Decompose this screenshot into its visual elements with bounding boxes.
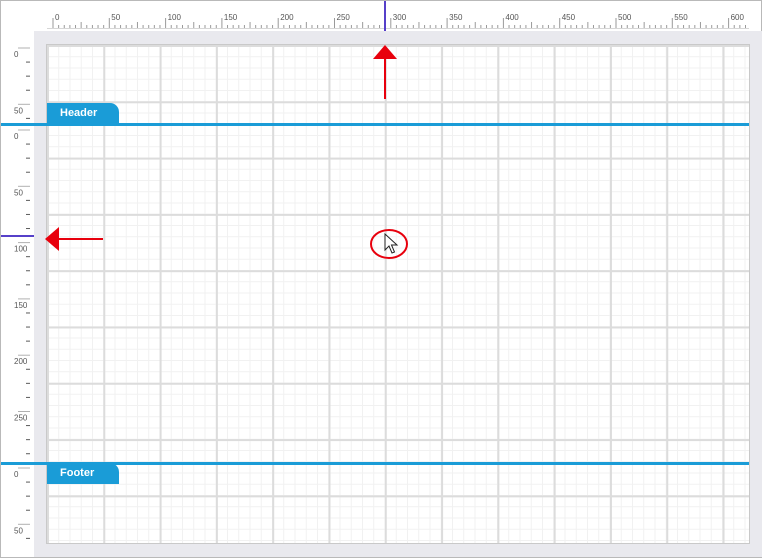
footer-band-label: Footer	[60, 467, 95, 479]
vertical-ruler-label-header: 0	[14, 50, 19, 59]
horizontal-ruler-label: 100	[168, 13, 182, 22]
horizontal-ruler-label: 200	[280, 13, 294, 22]
vertical-ruler-label-detail: 0	[14, 132, 19, 141]
horizontal-ruler-label: 450	[562, 13, 576, 22]
horizontal-ruler-label: 400	[505, 13, 519, 22]
vertical-ruler-label-footer: 50	[14, 526, 23, 535]
header-band-label: Header	[60, 107, 98, 119]
report-designer-frame: 0 50 100 150 200 250 300 350 400 450 500 550 600 0 50…	[0, 0, 762, 558]
vertical-ruler-label-detail: 100	[14, 245, 28, 254]
horizontal-ruler-label: 50	[111, 13, 120, 22]
horizontal-ruler-label: 500	[618, 13, 632, 22]
vertical-ruler-label-footer: 0	[14, 470, 19, 479]
horizontal-ruler-label: 150	[224, 13, 238, 22]
vertical-ruler-label-detail: 50	[14, 188, 23, 197]
horizontal-ruler-label: 550	[674, 13, 688, 22]
horizontal-ruler[interactable]: 0 50 100 150 200 250 300 350 400 450 500 550 600	[47, 4, 749, 29]
vertical-ruler-label-detail: 200	[14, 357, 28, 366]
vertical-ruler[interactable]: 0 50 0 50 100 150 200 250 0 50	[4, 44, 30, 542]
horizontal-ruler-label: 250	[337, 13, 351, 22]
vertical-ruler-ticks: 0 50 0 50 100 150 200 250 0 50	[14, 47, 30, 539]
horizontal-ruler-label: 350	[449, 13, 463, 22]
vertical-ruler-label-header: 50	[14, 106, 23, 115]
header-band-tab[interactable]: Header	[47, 103, 119, 124]
horizontal-ruler-cursor-marker	[384, 1, 386, 31]
horizontal-ruler-label: 600	[731, 13, 745, 22]
horizontal-ruler-ticks: 0 50 100 150 200 250 300 350 400 450 500 550 600	[52, 13, 746, 28]
vertical-ruler-label-detail: 250	[14, 414, 28, 423]
footer-band-tab[interactable]: Footer	[47, 463, 119, 484]
design-surface-grid[interactable]	[46, 44, 750, 544]
vertical-ruler-label-detail: 150	[14, 301, 28, 310]
vertical-ruler-cursor-marker	[1, 235, 34, 237]
horizontal-ruler-label: 0	[55, 13, 60, 22]
horizontal-ruler-label: 300	[393, 13, 407, 22]
